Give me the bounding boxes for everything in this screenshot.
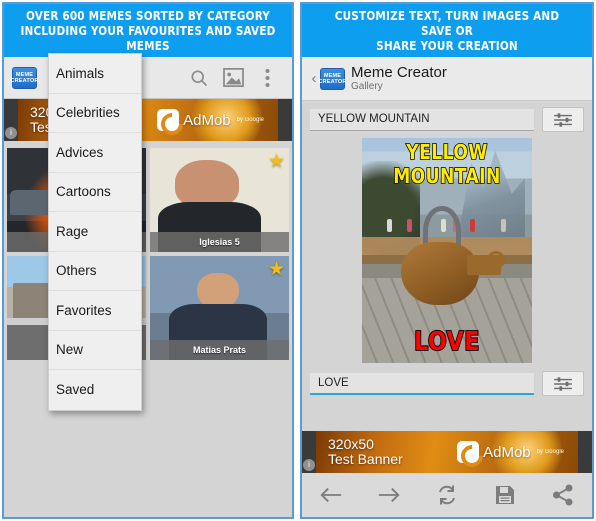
admob-logo-icon bbox=[457, 441, 480, 463]
bottom-text-input[interactable]: LOVE bbox=[310, 372, 534, 395]
favorite-star-icon[interactable]: ★ bbox=[268, 152, 285, 171]
app-logo-line-2: CREATOR bbox=[318, 78, 347, 85]
admob-byline: by Google bbox=[536, 449, 564, 455]
app-logo-icon[interactable]: MEME CREATOR bbox=[318, 67, 347, 90]
back-arrow-icon[interactable] bbox=[311, 477, 351, 513]
top-text-style-button[interactable] bbox=[542, 107, 584, 132]
meme-gallery-grid: 320x50 Test Banner AdMob by Google i Bur… bbox=[4, 53, 292, 517]
dropdown-item-favorites[interactable]: Favorites bbox=[49, 291, 141, 331]
admob-brand: AdMob by Google bbox=[157, 109, 264, 131]
left-promo-line-2: INCLUDING YOUR FAVOURITES AND SAVED MEME… bbox=[20, 23, 276, 53]
left-promo-line-1: OVER 600 MEMES SORTED BY CATEGORY bbox=[25, 8, 271, 23]
admob-logo-icon bbox=[157, 109, 180, 131]
appbar-title-block: Meme Creator Gallery bbox=[351, 64, 447, 93]
left-promo-header: OVER 600 MEMES SORTED BY CATEGORY INCLUD… bbox=[4, 4, 292, 57]
rotate-icon[interactable] bbox=[427, 477, 467, 513]
top-text-row: YELLOW MOUNTAIN bbox=[310, 107, 584, 132]
editor-bottom-navbar bbox=[302, 473, 592, 517]
right-promo-line-2: SHARE YOUR CREATION bbox=[376, 38, 518, 53]
dropdown-item-animals[interactable]: Animals bbox=[49, 54, 141, 94]
screenshot-stage: OVER 600 MEMES SORTED BY CATEGORY INCLUD… bbox=[0, 0, 596, 521]
dropdown-item-rage[interactable]: Rage bbox=[49, 212, 141, 252]
admob-brand-text: AdMob bbox=[183, 111, 231, 129]
thumbnail-caption: Matias Prats bbox=[150, 340, 289, 360]
meme-bottom-caption: LOVE bbox=[413, 326, 480, 358]
left-screenshot-panel: OVER 600 MEMES SORTED BY CATEGORY INCLUD… bbox=[2, 2, 294, 519]
search-icon[interactable] bbox=[182, 61, 216, 95]
editor-app-bar: ‹ MEME CREATOR Meme Creator Gallery bbox=[302, 57, 592, 101]
dropdown-item-saved[interactable]: Saved bbox=[49, 370, 141, 410]
editor-ad-banner[interactable]: 320x50 Test Banner AdMob by Google i bbox=[302, 431, 592, 473]
dropdown-item-others[interactable]: Others bbox=[49, 252, 141, 291]
admob-byline: by Google bbox=[236, 117, 264, 123]
right-promo-header: CUSTOMIZE TEXT, TURN IMAGES AND SAVE OR … bbox=[302, 4, 592, 57]
bottom-text-style-button[interactable] bbox=[542, 371, 584, 396]
dropdown-item-advices[interactable]: Advices bbox=[49, 133, 141, 173]
ad-size-line-2: Test Banner bbox=[328, 451, 403, 467]
page-title: Meme Creator bbox=[351, 64, 447, 81]
admob-brand: AdMob by Google bbox=[457, 441, 564, 463]
page-subtitle: Gallery bbox=[351, 81, 383, 92]
meme-top-caption: YELLOW MOUNTAIN bbox=[392, 139, 501, 189]
ad-size-text: 320x50 Test Banner bbox=[328, 437, 403, 467]
dropdown-item-cartoons[interactable]: Cartoons bbox=[49, 173, 141, 212]
forward-arrow-icon[interactable] bbox=[369, 477, 409, 513]
image-icon[interactable] bbox=[216, 61, 250, 95]
ad-info-icon[interactable]: i bbox=[5, 127, 17, 139]
app-logo-icon: MEME CREATOR bbox=[10, 66, 39, 89]
admob-brand-text: AdMob bbox=[483, 443, 531, 461]
save-icon[interactable] bbox=[485, 477, 525, 513]
category-dropdown-menu[interactable]: Animals Celebrities Advices Cartoons Rag… bbox=[48, 53, 142, 411]
dropdown-item-new[interactable]: New bbox=[49, 331, 141, 370]
bottom-text-row: LOVE bbox=[310, 371, 584, 396]
thumbnail-caption: Iglesias 5 bbox=[150, 232, 289, 252]
share-icon[interactable] bbox=[543, 477, 583, 513]
app-logo-line-2: CREATOR bbox=[10, 77, 39, 84]
meme-preview[interactable]: YELLOW MOUNTAIN LOVE bbox=[362, 138, 532, 363]
table-row[interactable]: ★ Iglesias 5 bbox=[150, 148, 289, 252]
photo-lock-key bbox=[467, 250, 506, 276]
more-vertical-icon[interactable] bbox=[250, 61, 284, 95]
favorite-star-icon[interactable]: ★ bbox=[268, 260, 285, 279]
ad-size-line-1: 320x50 bbox=[328, 436, 374, 452]
right-screenshot-panel: CUSTOMIZE TEXT, TURN IMAGES AND SAVE OR … bbox=[300, 2, 594, 519]
ad-banner-art: 320x50 Test Banner AdMob by Google bbox=[316, 431, 578, 473]
ad-info-icon[interactable]: i bbox=[303, 459, 315, 471]
top-text-input[interactable]: YELLOW MOUNTAIN bbox=[310, 108, 534, 131]
dropdown-item-celebrities[interactable]: Celebrities bbox=[49, 94, 141, 133]
right-promo-line-1: CUSTOMIZE TEXT, TURN IMAGES AND SAVE OR bbox=[334, 8, 560, 38]
meme-editor: YELLOW MOUNTAIN YELLOW MOUNTAIN LOVE LOV… bbox=[302, 101, 592, 441]
table-row[interactable]: ★ Matias Prats bbox=[150, 256, 289, 360]
